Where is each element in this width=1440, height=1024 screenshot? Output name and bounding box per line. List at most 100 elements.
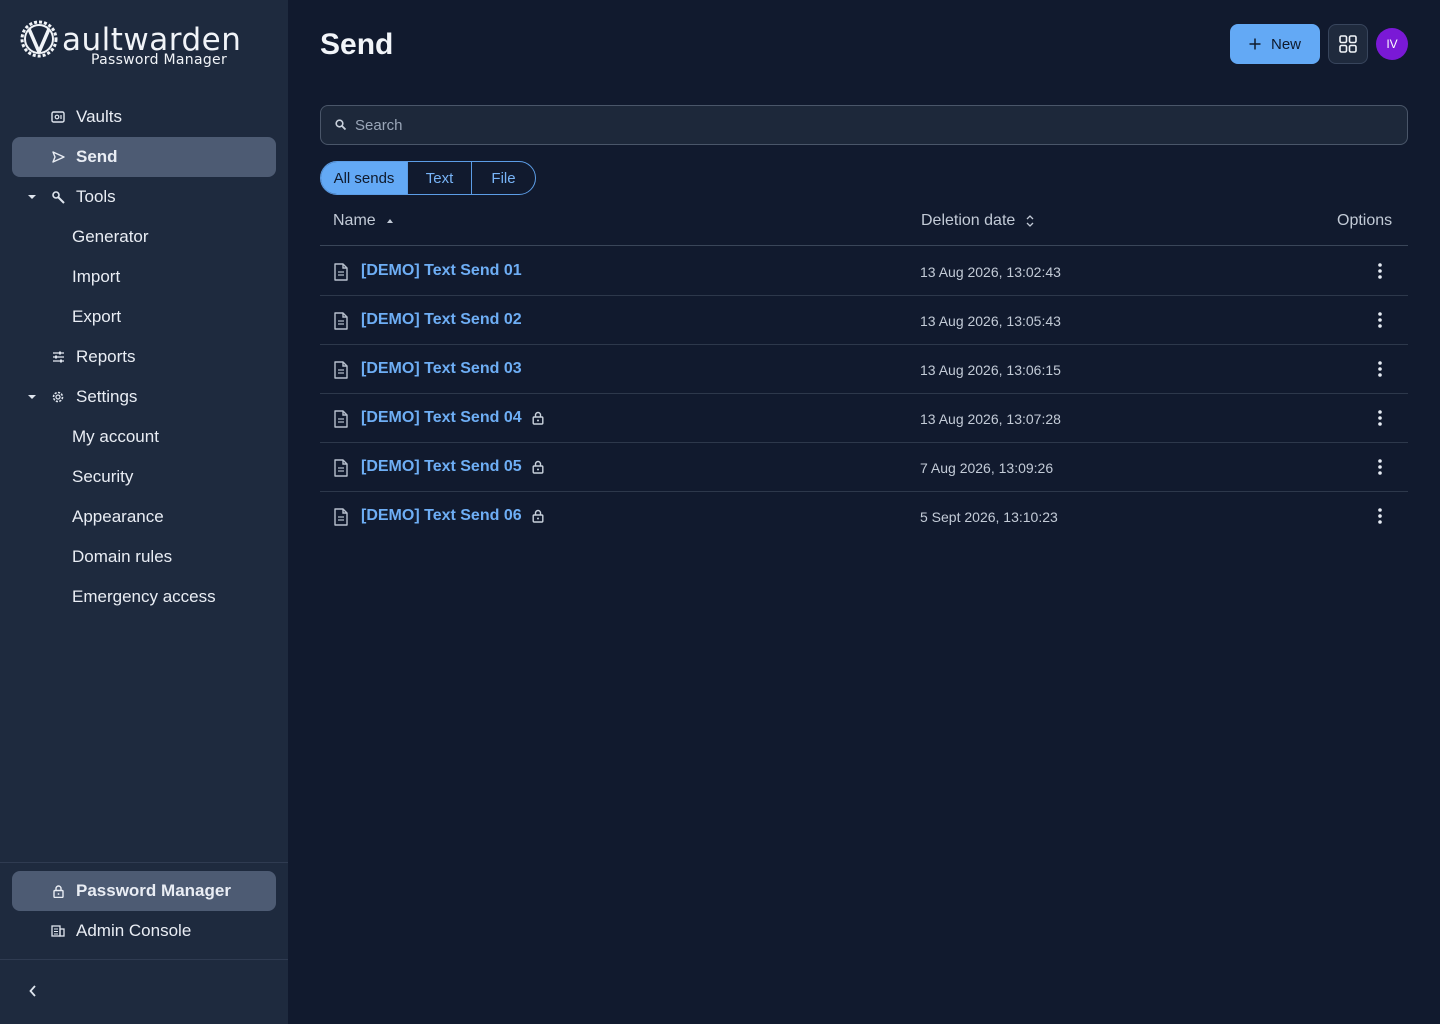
- avatar[interactable]: IV: [1376, 28, 1408, 60]
- sidebar-item-send[interactable]: Send: [12, 137, 276, 177]
- lock-icon: [532, 411, 544, 425]
- logo-tagline: Password Manager: [91, 52, 228, 68]
- options-menu-button[interactable]: [1370, 259, 1390, 283]
- sidebar-item-label: Security: [72, 467, 134, 486]
- sidebar-item-emergency-access[interactable]: Emergency access: [12, 577, 276, 617]
- vaultwarden-logo[interactable]: aultwarden Password Manager: [18, 18, 241, 74]
- sidebar-divider: [0, 862, 288, 863]
- send-name: [DEMO] Text Send 02: [361, 311, 522, 328]
- sidebar-divider: [0, 959, 288, 960]
- product-switch-password-manager[interactable]: Password Manager: [12, 871, 276, 911]
- sidebar-item-label: Domain rules: [72, 547, 173, 566]
- sidebar-item-my-account[interactable]: My account: [12, 417, 276, 457]
- more-vertical-icon: [1378, 263, 1382, 279]
- send-name-link[interactable]: [DEMO] Text Send 02: [361, 311, 522, 329]
- sidebar-item-label: Vaults: [76, 107, 122, 126]
- table-row: [DEMO] Text Send 03 13 Aug 2026, 13:06:15: [320, 345, 1408, 394]
- search-input[interactable]: [355, 106, 1395, 144]
- send-name: [DEMO] Text Send 01: [361, 262, 522, 279]
- product-switcher-button[interactable]: [1328, 24, 1368, 64]
- sidebar-item-label: Export: [72, 307, 122, 326]
- deletion-date: 13 Aug 2026, 13:05:43: [920, 313, 1061, 329]
- column-name-label: Name: [333, 212, 376, 229]
- options-menu-button[interactable]: [1370, 308, 1390, 332]
- sidebar-item-generator[interactable]: Generator: [12, 217, 276, 257]
- send-name-link[interactable]: [DEMO] Text Send 04: [361, 409, 544, 427]
- sidebar-item-settings[interactable]: Settings: [12, 377, 276, 417]
- column-options-header: Options: [1337, 212, 1392, 230]
- send-name-link[interactable]: [DEMO] Text Send 03: [361, 360, 522, 378]
- send-name: [DEMO] Text Send 03: [361, 360, 522, 377]
- more-vertical-icon: [1378, 459, 1382, 475]
- search-icon: [335, 119, 347, 131]
- options-menu-button[interactable]: [1370, 406, 1390, 430]
- wrench-icon: [50, 189, 66, 205]
- product-switch-label: Admin Console: [76, 921, 192, 940]
- vaultwarden-logo-icon: [20, 20, 58, 58]
- text-file-icon: [333, 263, 349, 286]
- collapse-sidebar-button[interactable]: [22, 980, 44, 1002]
- lock-icon: [532, 509, 544, 523]
- options-menu-button[interactable]: [1370, 455, 1390, 479]
- deletion-date: 5 Sept 2026, 13:10:23: [920, 509, 1058, 525]
- deletion-date: 13 Aug 2026, 13:07:28: [920, 411, 1061, 427]
- sidebar-item-label: My account: [72, 427, 159, 446]
- sidebar-item-security[interactable]: Security: [12, 457, 276, 497]
- options-menu-button[interactable]: [1370, 357, 1390, 381]
- send-name-link[interactable]: [DEMO] Text Send 05: [361, 458, 544, 476]
- page-title: Send: [320, 28, 394, 61]
- filter-file[interactable]: File: [472, 162, 535, 194]
- more-vertical-icon: [1378, 508, 1382, 524]
- sidebar-item-vaults[interactable]: Vaults: [12, 97, 276, 137]
- sidebar: aultwarden Password Manager Vaults Send …: [0, 0, 288, 1024]
- sidebar-item-export[interactable]: Export: [12, 297, 276, 337]
- table-row: [DEMO] Text Send 01 13 Aug 2026, 13:02:43: [320, 247, 1408, 296]
- building-icon: [50, 923, 66, 939]
- text-file-icon: [333, 410, 349, 433]
- sidebar-item-import[interactable]: Import: [12, 257, 276, 297]
- more-vertical-icon: [1378, 410, 1382, 426]
- sidebar-item-label: Settings: [76, 387, 138, 406]
- table-row: [DEMO] Text Send 02 13 Aug 2026, 13:05:43: [320, 296, 1408, 345]
- send-type-filter: All sends Text File: [320, 161, 536, 195]
- sidebar-item-tools[interactable]: Tools: [12, 177, 276, 217]
- sidebar-item-appearance[interactable]: Appearance: [12, 497, 276, 537]
- table-row: [DEMO] Text Send 05 7 Aug 2026, 13:09:26: [320, 443, 1408, 492]
- sidebar-item-domain-rules[interactable]: Domain rules: [12, 537, 276, 577]
- product-switch-label: Password Manager: [76, 881, 231, 900]
- new-send-button[interactable]: New: [1230, 24, 1320, 64]
- text-file-icon: [333, 312, 349, 335]
- send-icon: [50, 149, 66, 165]
- column-options-label: Options: [1337, 212, 1393, 229]
- table-header: Name Deletion date Options: [320, 200, 1408, 246]
- table-row: [DEMO] Text Send 06 5 Sept 2026, 13:10:23: [320, 492, 1408, 541]
- chevron-down-icon: [26, 191, 38, 203]
- send-name: [DEMO] Text Send 04: [361, 409, 522, 426]
- more-vertical-icon: [1378, 361, 1382, 377]
- sidebar-item-reports[interactable]: Reports: [12, 337, 276, 377]
- text-file-icon: [333, 361, 349, 384]
- send-name-link[interactable]: [DEMO] Text Send 06: [361, 507, 544, 525]
- sidebar-item-label: Reports: [76, 347, 136, 366]
- text-file-icon: [333, 459, 349, 482]
- send-name-link[interactable]: [DEMO] Text Send 01: [361, 262, 522, 280]
- text-file-icon: [333, 508, 349, 531]
- chevron-down-icon: [26, 391, 38, 403]
- send-name: [DEMO] Text Send 05: [361, 458, 522, 475]
- sort-unsorted-icon: [1026, 215, 1034, 227]
- deletion-date: 13 Aug 2026, 13:02:43: [920, 264, 1061, 280]
- lock-icon: [50, 883, 66, 899]
- column-name-header[interactable]: Name: [333, 212, 394, 230]
- filter-all-sends[interactable]: All sends: [321, 162, 408, 194]
- sidebar-item-label: Appearance: [72, 507, 164, 526]
- column-deletion-date-header[interactable]: Deletion date: [921, 212, 1035, 230]
- search-box: [320, 105, 1408, 145]
- column-deletion-date-label: Deletion date: [921, 212, 1016, 229]
- product-switch-admin-console[interactable]: Admin Console: [12, 911, 276, 951]
- gear-icon: [50, 389, 66, 405]
- filter-text[interactable]: Text: [408, 162, 472, 194]
- options-menu-button[interactable]: [1370, 504, 1390, 528]
- lock-icon: [532, 460, 544, 474]
- vault-icon: [50, 109, 66, 125]
- deletion-date: 13 Aug 2026, 13:06:15: [920, 362, 1061, 378]
